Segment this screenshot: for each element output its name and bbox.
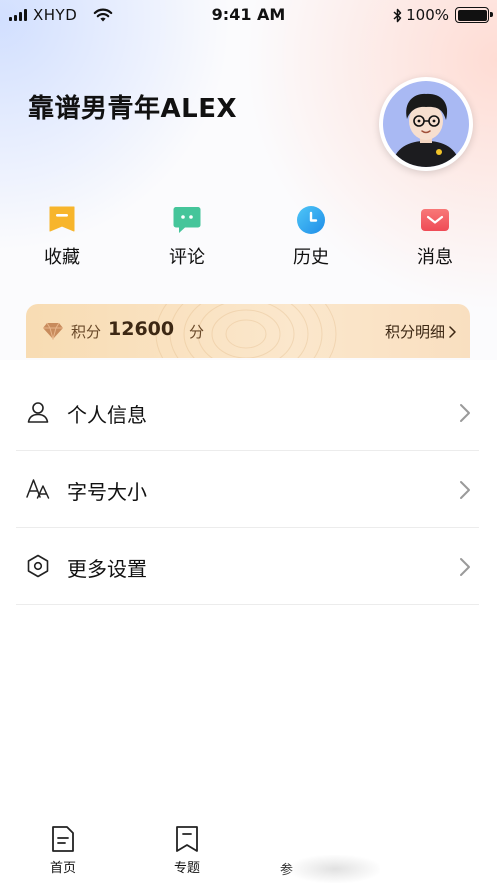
menu-item-label: 字号大小 bbox=[67, 480, 147, 504]
diamond-icon bbox=[43, 322, 63, 340]
menu-item-profile[interactable]: 个人信息 bbox=[16, 374, 479, 451]
menu-item-label: 更多设置 bbox=[67, 557, 147, 581]
mail-icon bbox=[421, 209, 449, 231]
avatar-image bbox=[383, 81, 469, 167]
tab-label: 首页 bbox=[49, 861, 76, 876]
contour-decoration bbox=[155, 304, 337, 358]
battery-percent: 100% bbox=[406, 6, 449, 24]
clock-icon bbox=[297, 206, 325, 234]
quick-action-label: 历史 bbox=[293, 247, 329, 268]
quick-action-label: 收藏 bbox=[44, 247, 80, 268]
quick-action-comments[interactable]: 评论 bbox=[147, 205, 227, 269]
battery-icon bbox=[455, 7, 493, 23]
tab-label: 专题 bbox=[173, 861, 200, 876]
quick-action-favorites[interactable]: 收藏 bbox=[22, 205, 102, 269]
quick-action-history[interactable]: 历史 bbox=[271, 205, 351, 269]
tab-topics[interactable]: 专题 bbox=[157, 825, 217, 876]
chevron-right-icon bbox=[460, 558, 470, 576]
points-detail-label: 积分明细 bbox=[384, 323, 445, 341]
quick-action-label: 评论 bbox=[169, 247, 205, 268]
status-bar: XHYD 9:41 AM 100% bbox=[0, 0, 497, 30]
settings-hexagon-icon bbox=[27, 554, 49, 578]
bookmark-icon bbox=[49, 206, 75, 232]
quick-actions: 收藏 评论 历史 消息 bbox=[0, 205, 497, 275]
chevron-right-icon bbox=[449, 325, 456, 338]
bluetooth-icon bbox=[393, 8, 402, 22]
blur-overlay bbox=[290, 855, 380, 883]
document-icon bbox=[52, 826, 74, 852]
user-icon bbox=[27, 402, 49, 423]
avatar[interactable] bbox=[379, 77, 473, 171]
menu-item-label: 个人信息 bbox=[67, 403, 147, 427]
chevron-right-icon bbox=[460, 481, 470, 499]
comment-icon bbox=[173, 207, 201, 233]
tab-bar: 首页 专题 参 bbox=[0, 815, 497, 883]
menu-item-more-settings[interactable]: 更多设置 bbox=[16, 528, 479, 605]
menu-item-font-size[interactable]: 字号大小 bbox=[16, 451, 479, 528]
points-unit: 分 bbox=[189, 323, 205, 341]
tab-home[interactable]: 首页 bbox=[33, 825, 93, 876]
quick-action-messages[interactable]: 消息 bbox=[395, 205, 475, 269]
quick-action-label: 消息 bbox=[417, 247, 453, 268]
points-value: 12600 bbox=[108, 318, 175, 340]
username: 靠谱男青年ALEX bbox=[28, 94, 237, 124]
chevron-right-icon bbox=[460, 404, 470, 422]
points-banner[interactable]: 积分 12600 分 积分明细 bbox=[26, 304, 470, 358]
font-size-icon bbox=[26, 479, 50, 499]
points-label: 积分 bbox=[71, 323, 102, 341]
bookmark-outline-icon bbox=[176, 826, 198, 852]
points-detail-link[interactable]: 积分明细 bbox=[385, 321, 456, 342]
